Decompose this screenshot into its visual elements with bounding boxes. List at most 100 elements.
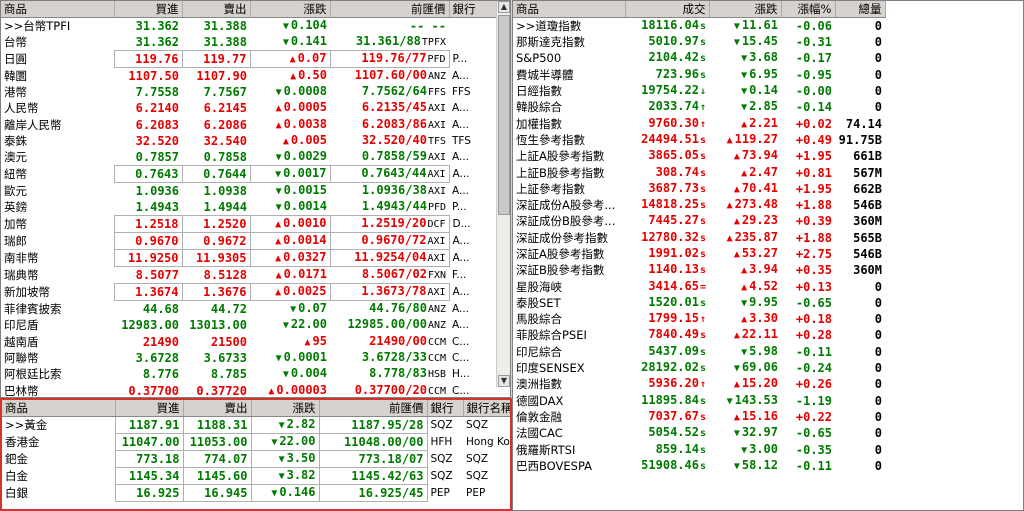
- index-row[interactable]: 那斯達克指數 5010.97s ▼ 15.45 -0.31 0: [513, 34, 885, 50]
- fx-row[interactable]: 澳元 0.7857 0.7858 ▼ 0.0029 0.7858/59AXI A...: [1, 149, 498, 166]
- tick-marker-icon: s: [699, 297, 706, 309]
- index-row[interactable]: 星股海峽 3414.65= ▲ 4.52 +0.13 0: [513, 278, 885, 294]
- metals-header-bank[interactable]: 銀行: [427, 400, 464, 417]
- index-row[interactable]: 馬股綜合 1799.15↑ ▲ 3.30 +0.18 0: [513, 311, 885, 327]
- metals-row-prev: 1187.95/28: [318, 416, 428, 434]
- fx-row[interactable]: 港幣 7.7558 7.7567 ▼ 0.0008 7.7562/64FFS FFS: [1, 84, 498, 100]
- metals-header-ask[interactable]: 賣出: [183, 400, 252, 417]
- fx-row[interactable]: 瑞郎 0.9670 0.9672 ▲ 0.0014 0.9670/72AXI A...: [1, 232, 498, 251]
- fx-row[interactable]: 加幣 1.2518 1.2520 ▲ 0.0010 1.2519/20DCF D...: [1, 215, 498, 234]
- fx-header-ask[interactable]: 賣出: [182, 1, 251, 18]
- metals-header-bankname[interactable]: 銀行名稱: [463, 400, 510, 417]
- index-row[interactable]: 深証成份A股參考... 14818.25s ▲ 273.48 +1.88 546B: [513, 197, 885, 213]
- index-row[interactable]: 費城半導體 723.96s ▼ 6.95 -0.95 0: [513, 67, 885, 83]
- index-row[interactable]: 法國CAC 5054.52s ▼ 32.97 -0.65 0: [513, 425, 885, 441]
- index-row[interactable]: 德國DAX 11895.84s ▼ 143.53 -1.19 0: [513, 393, 885, 409]
- fx-row[interactable]: 南非幣 11.9250 11.9305 ▲ 0.0327 11.9254/04AXI A..…: [1, 249, 498, 268]
- fx-row-ask: 1.2520: [181, 215, 251, 234]
- fx-row[interactable]: 菲律賓披索 44.68 44.72 ▼ 0.07 44.76/80ANZ A...: [1, 301, 498, 318]
- fx-row[interactable]: 英鎊 1.4943 1.4944 ▼ 0.0014 1.4943/44PFD P...: [1, 199, 498, 216]
- index-row[interactable]: S&P500 2104.42s ▼ 3.68 -0.17 0: [513, 50, 885, 66]
- metals-row[interactable]: 白銀 16.925 16.945 ▼ 0.146 16.925/45 PEP PEP: [2, 484, 510, 502]
- fx-row[interactable]: 瑞典幣 8.5077 8.5128 ▲ 0.0171 8.5067/02FXN F...: [1, 267, 498, 284]
- fx-row[interactable]: 越南盾 21490 21500 ▲ 95 21490/00CCM C...: [1, 333, 498, 349]
- fx-header-change[interactable]: 漲跌: [250, 1, 331, 18]
- fx-row-bank: TFS: [452, 135, 471, 148]
- scroll-up-icon[interactable]: ▲: [498, 1, 510, 13]
- index-row[interactable]: 恆生參考指數 24494.51s ▲ 119.27 +0.49 91.75B: [513, 132, 885, 148]
- fx-row[interactable]: 韓圜 1107.50 1107.90 ▲ 0.50 1107.60/00ANZ A...: [1, 68, 498, 85]
- index-row[interactable]: 泰股SET 1520.01s ▼ 9.95 -0.65 0: [513, 295, 885, 311]
- index-header-last[interactable]: 成交: [625, 1, 710, 18]
- index-row[interactable]: 加權指數 9760.30↑ ▲ 2.21 +0.02 74.14: [513, 115, 885, 131]
- fx-row[interactable]: 歐元 1.0936 1.0938 ▼ 0.0015 1.0936/38AXI A...: [1, 183, 498, 200]
- metals-header-change[interactable]: 漲跌: [251, 400, 320, 417]
- change-value: 0.0038: [283, 116, 327, 131]
- index-header-change[interactable]: 漲跌: [709, 1, 782, 18]
- fx-row[interactable]: 台幣 31.362 31.388 ▼ 0.141 31.361/88TPFX: [1, 34, 498, 51]
- fx-row[interactable]: 巴林幣 0.37700 0.37720 ▲ 0.00003 0.37700/20CCM C.…: [1, 382, 498, 397]
- index-row[interactable]: >>道瓊指數 18116.04s ▼ 11.61 -0.06 0: [513, 18, 885, 35]
- index-row[interactable]: 深証成份B股參考... 7445.27s ▲ 29.23 +0.39 360M: [513, 213, 885, 229]
- index-row[interactable]: 印度SENSEX 28192.02s ▼ 69.06 -0.24 0: [513, 360, 885, 376]
- change-value: 0.0001: [283, 349, 327, 364]
- scroll-down-icon[interactable]: ▼: [498, 375, 510, 387]
- fx-header-bank[interactable]: 銀行: [449, 1, 499, 18]
- index-row[interactable]: 韓股綜合 2033.74↑ ▼ 2.85 -0.14 0: [513, 99, 885, 115]
- index-row[interactable]: 深証B股參考指數 1140.13s ▲ 3.94 +0.35 360M: [513, 262, 885, 278]
- fx-row-bid: 21490: [142, 334, 179, 349]
- metals-row[interactable]: 白金 1145.34 1145.60 ▼ 3.82 1145.42/63 SQZ SQZ: [2, 467, 510, 485]
- metals-header-prev[interactable]: 前匯價: [319, 400, 428, 417]
- fx-row[interactable]: 離岸人民幣 6.2083 6.2086 ▲ 0.0038 6.2083/86AXI A...: [1, 117, 498, 133]
- metals-row[interactable]: 香港金 11047.00 11053.00 ▼ 22.00 11048.00/00 HFH H…: [2, 433, 510, 451]
- fx-row[interactable]: 阿聯幣 3.6728 3.6733 ▼ 0.0001 3.6728/33CCM C...: [1, 350, 498, 366]
- index-row-name: 俄羅斯RTSI: [516, 442, 576, 457]
- change-value: 0.0029: [283, 149, 327, 164]
- fx-header-prev[interactable]: 前匯價: [330, 1, 450, 18]
- index-row[interactable]: 澳洲指數 5936.20↑ ▲ 15.20 +0.26 0: [513, 376, 885, 392]
- index-row-change: ▼ 6.95: [709, 67, 781, 83]
- metals-header-name[interactable]: 商品: [2, 400, 116, 417]
- index-quote-panel[interactable]: 商品 成交 漲跌 漲幅% 總量 >>道瓊指數 18116.04s ▼ 11.61 -0.…: [512, 0, 1024, 511]
- fx-row[interactable]: 紐幣 0.7643 0.7644 ▼ 0.0017 0.7643/44AXI A...: [1, 165, 498, 184]
- index-row[interactable]: 俄羅斯RTSI 859.14s ▼ 3.00 -0.35 0: [513, 441, 885, 457]
- fx-row[interactable]: 印尼盾 12983.00 13013.00 ▼ 22.00 12985.00/00ANZ A…: [1, 317, 498, 333]
- index-row[interactable]: 上証A股參考指數 3865.05s ▲ 73.94 +1.95 661B: [513, 148, 885, 164]
- index-row-last: 18116.04s: [625, 18, 709, 35]
- index-row[interactable]: 上証B股參考指數 308.74s ▲ 2.47 +0.81 567M: [513, 164, 885, 180]
- fx-header-name[interactable]: 商品: [1, 1, 115, 18]
- index-row[interactable]: 菲股綜合PSEI 7840.49s ▲ 22.11 +0.28 0: [513, 327, 885, 343]
- index-row[interactable]: 倫敦金融 7037.67s ▲ 15.16 +0.22 0: [513, 409, 885, 425]
- index-header-pct[interactable]: 漲幅%: [781, 1, 836, 18]
- scroll-thumb[interactable]: [498, 15, 510, 215]
- metals-row[interactable]: 鈀金 773.18 774.07 ▼ 3.50 773.18/07 SQZ SQZ: [2, 450, 510, 468]
- index-row[interactable]: 深証A股參考指數 1991.02s ▲ 53.27 +2.75 546B: [513, 246, 885, 262]
- fx-row[interactable]: 新加坡幣 1.3674 1.3676 ▲ 0.0025 1.3673/78AXI A...: [1, 283, 498, 302]
- fx-row[interactable]: 人民幣 6.2140 6.2145 ▲ 0.0005 6.2135/45AXI A...: [1, 100, 498, 116]
- triangle-up-icon: ▲: [290, 71, 297, 82]
- metals-header-bid[interactable]: 買進: [115, 400, 184, 417]
- fx-scrollbar[interactable]: ▲ ▼: [496, 1, 510, 387]
- fx-row[interactable]: 泰銖 32.520 32.540 ▲ 0.005 32.520/40TFS TFS: [1, 133, 498, 149]
- index-header-volume[interactable]: 總量: [835, 1, 886, 18]
- index-row[interactable]: 印尼綜合 5437.09s ▼ 5.98 -0.11 0: [513, 344, 885, 360]
- fx-quote-panel[interactable]: 商品 買進 賣出 漲跌 前匯價 銀行 >>台幣TPFI 31.362 31.388 ▼…: [0, 0, 511, 398]
- metals-quote-panel[interactable]: 商品 買進 賣出 漲跌 前匯價 銀行 銀行名稱 >>黃金 1187.91 1188.…: [0, 398, 512, 511]
- tick-marker-icon: s: [699, 411, 706, 423]
- index-header-name[interactable]: 商品: [513, 1, 626, 18]
- index-row-last: 7037.67s: [625, 409, 709, 425]
- index-row-name: 深証成份參考指數: [516, 230, 608, 245]
- index-row-change: ▲ 15.16: [709, 409, 781, 425]
- prev-rate: 1107.60/00: [354, 68, 427, 82]
- index-row[interactable]: 巴西BOVESPA 51908.46s ▼ 58.12 -0.11 0: [513, 458, 885, 474]
- index-row[interactable]: 深証成份參考指數 12780.32s ▲ 235.87 +1.88 565B: [513, 230, 885, 246]
- metals-row[interactable]: >>黃金 1187.91 1188.31 ▼ 2.82 1187.95/28 SQZ SQZ: [2, 416, 510, 434]
- fx-row-name: >>台幣TPFI: [4, 19, 71, 33]
- fx-header-bid[interactable]: 買進: [114, 1, 183, 18]
- fx-row[interactable]: 阿根廷比索 8.776 8.785 ▼ 0.004 8.778/83HSB H...: [1, 366, 498, 382]
- fx-row[interactable]: >>台幣TPFI 31.362 31.388 ▼ 0.104 -- --: [1, 18, 498, 35]
- index-row[interactable]: 日經指數 19754.22↓ ▼ 0.14 -0.00 0: [513, 83, 885, 99]
- index-row[interactable]: 上証參考指數 3687.73s ▲ 70.41 +1.95 662B: [513, 181, 885, 197]
- fx-header-row: 商品 買進 賣出 漲跌 前匯價 銀行: [1, 1, 499, 18]
- fx-row[interactable]: 日圓 119.76 119.77 ▲ 0.07 119.76/77PFD P...: [1, 50, 498, 68]
